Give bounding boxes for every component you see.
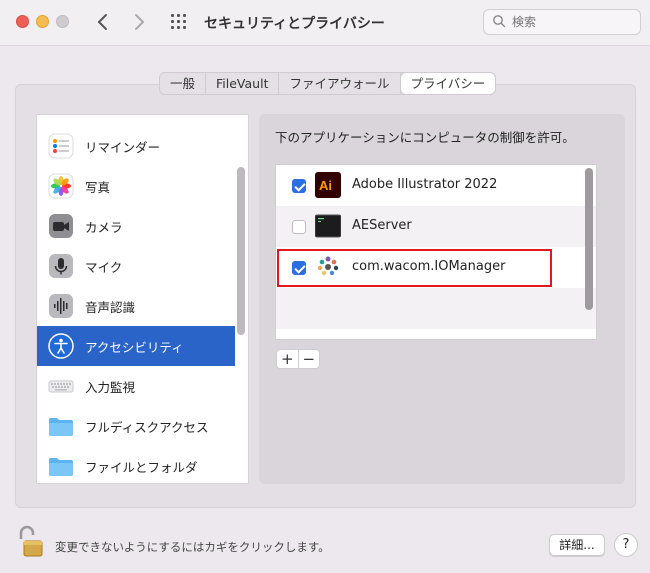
accessibility-icon (48, 333, 74, 359)
add-app-button[interactable]: + (277, 350, 299, 368)
app-row[interactable]: Ai Adobe Illustrator 2022 (276, 165, 596, 206)
app-list-scrollbar[interactable] (585, 168, 593, 310)
folder-icon (49, 458, 73, 476)
tab-bar: 一般 FileVault ファイアウォール プライバシー (159, 72, 497, 95)
keyboard-icon (48, 380, 74, 393)
back-button[interactable] (93, 10, 113, 34)
app-permission-checkbox[interactable] (292, 179, 306, 193)
photos-icon (48, 173, 74, 199)
app-row[interactable]: AEServer (276, 206, 596, 247)
app-permission-checkbox[interactable] (292, 220, 306, 234)
search-icon (493, 15, 506, 28)
minimize-button[interactable] (36, 15, 49, 28)
camera-icon (49, 214, 73, 238)
privacy-category-list[interactable]: リマインダー 写真 カメラ マイク 音声認識 アクセシビリティ 入力監視 フルデ… (36, 114, 249, 484)
sidebar-item-accessibility[interactable]: アクセシビリティ (37, 326, 235, 366)
advanced-button[interactable]: 詳細... (549, 534, 605, 556)
forward-button[interactable] (129, 10, 149, 34)
sidebar-item-speech-recognition[interactable]: 音声認識 (37, 286, 235, 326)
sidebar-item-label: アクセシビリティ (85, 339, 184, 355)
sidebar-item-photos[interactable]: 写真 (37, 166, 235, 206)
speech-recognition-icon (49, 294, 73, 318)
sidebar-item-label: フルディスクアクセス (85, 419, 209, 435)
microphone-icon (49, 254, 73, 278)
tab-privacy[interactable]: プライバシー (400, 73, 496, 94)
remove-app-button[interactable]: − (299, 350, 320, 368)
titlebar: セキュリティとプライバシー (0, 0, 650, 46)
preferences-window: セキュリティとプライバシー 一般 FileVault ファイアウォール プライバ… (0, 0, 650, 573)
sidebar-item-reminders[interactable]: リマインダー (37, 126, 235, 166)
add-remove-control: + − (276, 349, 320, 369)
reminders-icon (48, 133, 74, 159)
sidebar-item-label: カメラ (85, 219, 123, 235)
sidebar-item-microphone[interactable]: マイク (37, 246, 235, 286)
sidebar-item-full-disk-access[interactable]: フルディスクアクセス (37, 406, 235, 446)
permission-description: 下のアプリケーションにコンピュータの制御を許可。 (275, 130, 575, 145)
svg-text:Ai: Ai (319, 178, 332, 193)
sidebar-item-label: ファイルとフォルダ (85, 459, 198, 475)
sidebar-item-input-monitoring[interactable]: 入力監視 (37, 366, 235, 406)
tab-filevault[interactable]: FileVault (206, 73, 280, 94)
illustrator-icon: Ai (315, 172, 341, 198)
terminal-app-icon (315, 214, 341, 238)
chevron-left-icon (98, 14, 107, 30)
close-button[interactable] (16, 15, 29, 28)
chevron-right-icon (135, 14, 144, 30)
sidebar-item-label: マイク (85, 259, 123, 275)
sidebar-item-label: リマインダー (85, 139, 161, 155)
tab-firewall[interactable]: ファイアウォール (279, 73, 401, 94)
app-name: Adobe Illustrator 2022 (352, 177, 498, 192)
tab-general[interactable]: 一般 (160, 73, 207, 94)
sidebar-item-files-and-folders[interactable]: ファイルとフォルダ (37, 446, 235, 483)
sidebar-item-camera[interactable]: カメラ (37, 206, 235, 246)
help-button[interactable]: ? (614, 533, 638, 557)
folder-icon (49, 418, 73, 436)
empty-row (276, 288, 596, 329)
zoom-button[interactable] (56, 15, 69, 28)
show-all-grid-icon[interactable] (171, 14, 187, 30)
sidebar-item-label: 音声認識 (85, 299, 136, 315)
sidebar-item-label: 入力監視 (85, 379, 136, 395)
unlocked-padlock-icon[interactable] (18, 525, 44, 559)
app-name: AEServer (352, 218, 412, 233)
sidebar-item-label: 写真 (85, 179, 111, 195)
sidebar-scrollbar[interactable] (237, 167, 245, 335)
lock-instruction-text: 変更できないようにするにはカギをクリックします。 (55, 540, 330, 554)
search-input[interactable] (512, 13, 632, 31)
highlight-box (277, 249, 552, 287)
search-field[interactable] (483, 9, 641, 35)
window-title: セキュリティとプライバシー (204, 16, 385, 32)
